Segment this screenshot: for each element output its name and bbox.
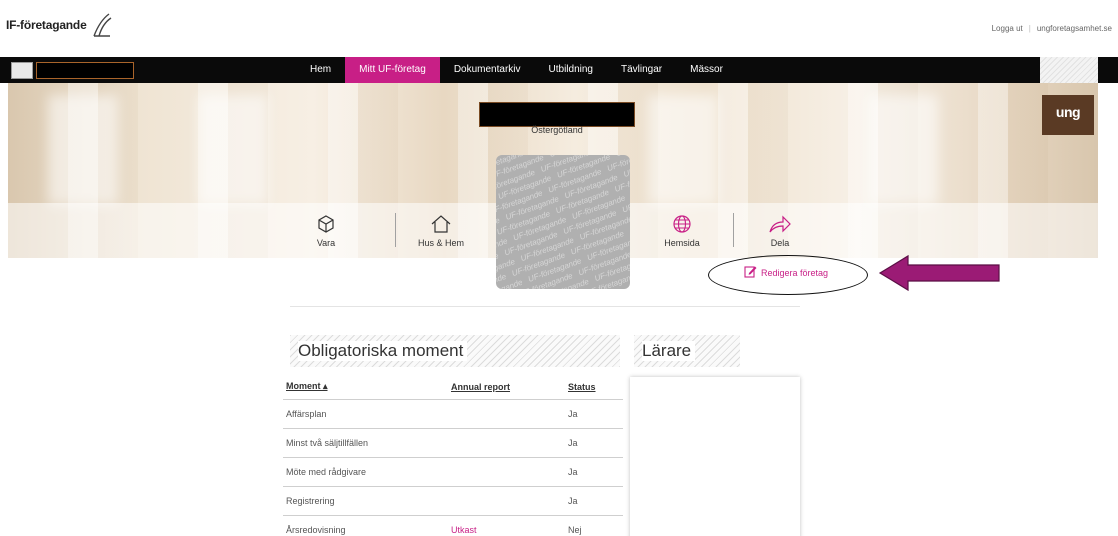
nav-right-pattern (1040, 57, 1098, 83)
obligatory-table: Moment ▴ Annual report Status Affärsplan… (283, 375, 623, 536)
table-row: Affärsplan Ja (283, 399, 623, 429)
cell-status: Ja (565, 428, 623, 458)
hero-window-glow (198, 95, 268, 205)
company-region: Östergötland (531, 125, 583, 135)
category-divider (395, 213, 396, 247)
ung-badge-logo[interactable]: ung (1042, 95, 1094, 135)
category-vara[interactable]: Vara (286, 214, 366, 248)
table-row: Registrering Ja (283, 486, 623, 516)
teachers-heading: Lärare (634, 335, 740, 367)
section-divider (290, 306, 800, 307)
cell-status: Ja (565, 399, 623, 429)
column-header-moment[interactable]: Moment ▴ (283, 375, 448, 400)
cell-annual (448, 428, 565, 458)
nav-item-utbildning[interactable]: Utbildning (535, 57, 607, 83)
category-label: Dela (770, 238, 790, 248)
category-hus-hem[interactable]: Hus & Hem (401, 214, 481, 248)
column-header-annual-report[interactable]: Annual report (448, 375, 565, 400)
brand[interactable]: IF-företagande (6, 10, 113, 40)
cell-moment: Årsredovisning (283, 515, 448, 536)
category-label: Hemsida (664, 238, 700, 248)
obligatory-heading-text: Obligatoriska moment (298, 341, 468, 361)
share-arrow-icon (740, 214, 820, 234)
annotation-arrow-icon (878, 253, 1002, 298)
brand-logo-icon (91, 12, 113, 38)
cell-moment: Minst två säljtillfällen (283, 428, 448, 458)
cube-icon (286, 214, 366, 234)
teachers-panel (630, 377, 800, 536)
hero-window-glow (648, 95, 718, 205)
obligatory-heading: Obligatoriska moment (290, 335, 620, 367)
hero-window-glow (868, 95, 938, 205)
cell-status: Ja (565, 457, 623, 487)
category-hemsida[interactable]: Hemsida (642, 214, 722, 248)
cell-status: Nej (565, 515, 623, 536)
hero-window-glow (48, 95, 118, 205)
main-navbar: Hem Mitt UF-företag Dokumentarkiv Utbild… (0, 57, 1118, 91)
logout-link[interactable]: Logga ut (992, 24, 1023, 33)
globe-icon (642, 214, 722, 234)
category-label: Vara (316, 238, 336, 248)
redacted-user-field (36, 62, 134, 79)
cell-annual: Utkast (448, 515, 565, 536)
ung-badge-sub (1067, 121, 1068, 126)
teachers-heading-text: Lärare (642, 341, 696, 361)
cell-annual (448, 399, 565, 429)
nav-item-hem[interactable]: Hem (296, 57, 345, 83)
brand-name: IF-företagande (6, 18, 87, 32)
nav-item-massor[interactable]: Mässor (676, 57, 737, 83)
cell-status: Ja (565, 486, 623, 516)
cell-moment: Affärsplan (283, 399, 448, 429)
column-header-status[interactable]: Status (565, 375, 623, 400)
top-links-separator: | (1028, 24, 1031, 33)
annotation-ellipse (708, 255, 868, 295)
nav-item-tavlingar[interactable]: Tävlingar (607, 57, 676, 83)
page-root: { "brand": { "name": "IF-företagande" },… (0, 0, 1118, 536)
category-divider (733, 213, 734, 247)
cell-annual (448, 457, 565, 487)
search-input[interactable] (11, 62, 33, 79)
nav-items: Hem Mitt UF-företag Dokumentarkiv Utbild… (296, 57, 737, 91)
category-label: Hus & Hem (417, 238, 464, 248)
table-row: Möte med rådgivare Ja (283, 457, 623, 487)
logo-watermark: UF-företagande UF-företagande UF-företag… (496, 155, 630, 289)
house-icon (401, 214, 481, 234)
table-row: Årsredovisning Utkast Nej (283, 515, 623, 536)
table-header-row: Moment ▴ Annual report Status (283, 375, 623, 400)
table-row: Minst två säljtillfällen Ja (283, 428, 623, 458)
cell-moment: Möte med rådgivare (283, 457, 448, 487)
company-logo-placeholder[interactable]: UF-företagande UF-företagande UF-företag… (496, 155, 630, 289)
cell-annual (448, 486, 565, 516)
nav-item-dokumentarkiv[interactable]: Dokumentarkiv (440, 57, 535, 83)
redacted-company-name (479, 102, 635, 127)
category-dela[interactable]: Dela (740, 214, 820, 248)
nav-item-mitt-uf-foretag[interactable]: Mitt UF-företag (345, 57, 440, 91)
site-link[interactable]: ungforetagsamhet.se (1037, 24, 1112, 33)
cell-moment: Registrering (283, 486, 448, 516)
top-links: Logga ut | ungforetagsamhet.se (992, 24, 1112, 33)
ung-badge-text: ung (1055, 103, 1081, 120)
annual-report-draft-link[interactable]: Utkast (451, 525, 477, 535)
